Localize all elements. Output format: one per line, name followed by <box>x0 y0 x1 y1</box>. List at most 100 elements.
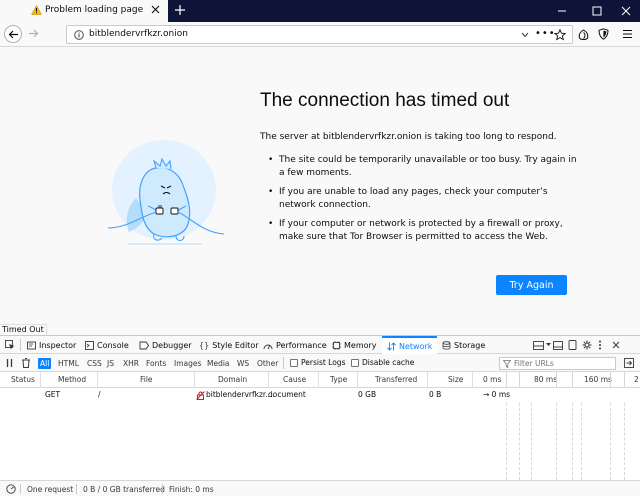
filter-html[interactable]: HTML <box>56 358 81 369</box>
back-arrow-icon <box>8 30 18 39</box>
finish-time: Finish: 0 ms <box>169 485 214 494</box>
filter-media[interactable]: Media <box>205 358 232 369</box>
shield-icon[interactable] <box>598 28 609 40</box>
error-title: The connection has timed out <box>260 90 510 111</box>
filter-fonts[interactable]: Fonts <box>144 358 168 369</box>
error-suggestion: The site could be temporarily unavailabl… <box>268 154 578 180</box>
filter-images[interactable]: Images <box>172 358 203 369</box>
disable-cache-checkbox[interactable]: Disable cache <box>351 358 414 367</box>
more-options-icon[interactable] <box>598 340 602 350</box>
split-console-icon[interactable] <box>553 341 563 350</box>
waterfall-tick-label: 80 ms <box>534 375 558 384</box>
url-text[interactable]: bitblendervrfkzr.onion <box>89 29 188 39</box>
network-filter-bar: All HTML CSS JS XHR Fonts Images Media W… <box>0 354 640 372</box>
back-button[interactable] <box>4 25 22 43</box>
filter-urls-input[interactable]: Filter URLs <box>499 357 616 370</box>
error-suggestion: If you are unable to load any pages, che… <box>268 186 578 212</box>
element-picker-icon[interactable] <box>5 340 15 350</box>
checkbox-box <box>290 358 298 367</box>
toolbar-divider <box>20 339 21 351</box>
network-status-bar: One request 0 B / 0 GB transferred Finis… <box>0 480 640 496</box>
filter-css[interactable]: CSS <box>85 358 104 369</box>
performance-icon <box>263 344 273 349</box>
filter-js[interactable]: JS <box>105 358 116 369</box>
har-export-icon[interactable] <box>624 358 634 368</box>
column-transferred[interactable]: Transferred <box>375 375 417 384</box>
toolbar-divider <box>283 357 284 369</box>
dock-layout-icon[interactable] <box>533 341 544 350</box>
tab-console[interactable]: Console <box>85 336 129 354</box>
network-icon <box>387 341 396 351</box>
waterfall-tick-label: 160 ms <box>584 375 612 384</box>
column-type[interactable]: Type <box>330 375 347 384</box>
insecure-connection-icon <box>196 391 205 400</box>
url-bar[interactable]: bitblendervrfkzr.onion ••• <box>66 25 573 44</box>
request-domain: bitblendervrfkzr.... <box>206 390 275 399</box>
tab-debugger[interactable]: Debugger <box>139 336 192 354</box>
storage-icon <box>442 340 451 350</box>
column-cause[interactable]: Cause <box>283 375 306 384</box>
filter-xhr[interactable]: XHR <box>121 358 141 369</box>
trash-icon[interactable] <box>22 358 30 368</box>
close-icon[interactable] <box>151 5 160 14</box>
tab-memory[interactable]: Memory <box>332 336 377 354</box>
checkbox-box <box>351 358 359 367</box>
tab-storage[interactable]: Storage <box>442 336 485 354</box>
filter-ws[interactable]: WS <box>235 358 251 369</box>
filter-other[interactable]: Other <box>255 358 280 369</box>
status-overlay: Timed Out <box>0 324 47 335</box>
tab-problem-loading[interactable]: Problem loading page <box>0 0 168 22</box>
request-size: 0 B <box>429 390 442 399</box>
column-size[interactable]: Size <box>448 375 463 384</box>
column-file[interactable]: File <box>140 375 153 384</box>
error-suggestions-list: The site could be temporarily unavailabl… <box>268 154 578 250</box>
column-method[interactable]: Method <box>58 375 86 384</box>
tab-title: Problem loading page <box>45 5 144 15</box>
error-page: The connection has timed out The server … <box>0 48 640 322</box>
maximize-icon[interactable] <box>592 6 602 16</box>
request-timing: → 0 ms <box>483 390 511 399</box>
page-actions-menu[interactable]: ••• <box>535 28 556 39</box>
minimize-icon[interactable] <box>557 6 567 16</box>
devtools-toolbar: Inspector Console Debugger {} Style Edit… <box>0 336 640 354</box>
inspector-icon <box>27 341 36 349</box>
info-icon[interactable] <box>74 30 84 40</box>
try-again-button[interactable]: Try Again <box>496 275 567 295</box>
error-description: The server at bitblendervrfkzr.onion is … <box>260 132 557 142</box>
error-suggestion: If your computer or network is protected… <box>268 218 578 244</box>
style-editor-icon: {} <box>199 340 210 350</box>
pause-icon[interactable] <box>6 359 13 367</box>
table-row[interactable]: GET / bitblendervrfkzr.... document 0 GB… <box>0 388 640 402</box>
chevron-down-icon[interactable] <box>521 32 529 38</box>
forward-arrow-icon[interactable] <box>28 28 39 39</box>
dinosaur-unplugged-illustration <box>107 140 225 245</box>
new-tab-plus-icon[interactable] <box>174 4 186 16</box>
tab-network[interactable]: Network <box>382 336 438 354</box>
debugger-icon <box>139 341 149 349</box>
column-status[interactable]: Status <box>11 375 35 384</box>
request-cause: document <box>268 390 306 399</box>
gear-icon[interactable] <box>582 340 592 350</box>
request-file: / <box>98 390 101 399</box>
tab-performance[interactable]: Performance <box>263 336 327 354</box>
column-domain[interactable]: Domain <box>218 375 247 384</box>
filter-all[interactable]: All <box>38 358 52 369</box>
tab-inspector[interactable]: Inspector <box>27 336 76 354</box>
window-close-icon[interactable] <box>621 6 631 16</box>
persist-logs-checkbox[interactable]: Persist Logs <box>290 358 345 367</box>
hamburger-menu-icon[interactable] <box>622 29 633 39</box>
waterfall-tick-label: 2 <box>634 375 639 384</box>
filter-icon <box>503 360 511 368</box>
navigation-bar: bitblendervrfkzr.onion ••• <box>0 22 640 47</box>
devtools-panel: Inspector Console Debugger {} Style Edit… <box>0 335 640 496</box>
chevron-down-icon[interactable] <box>546 343 551 347</box>
console-icon <box>85 340 94 350</box>
tor-onion-icon[interactable] <box>578 29 589 41</box>
responsive-design-icon[interactable] <box>568 340 577 350</box>
waterfall-tick-label: 0 ms <box>483 375 502 384</box>
request-transferred: 0 GB <box>358 390 377 399</box>
performance-analysis-icon[interactable] <box>6 484 16 494</box>
close-icon[interactable] <box>612 341 620 349</box>
tab-style-editor[interactable]: {} Style Editor <box>199 336 259 354</box>
bookmark-star-icon[interactable] <box>554 29 566 41</box>
